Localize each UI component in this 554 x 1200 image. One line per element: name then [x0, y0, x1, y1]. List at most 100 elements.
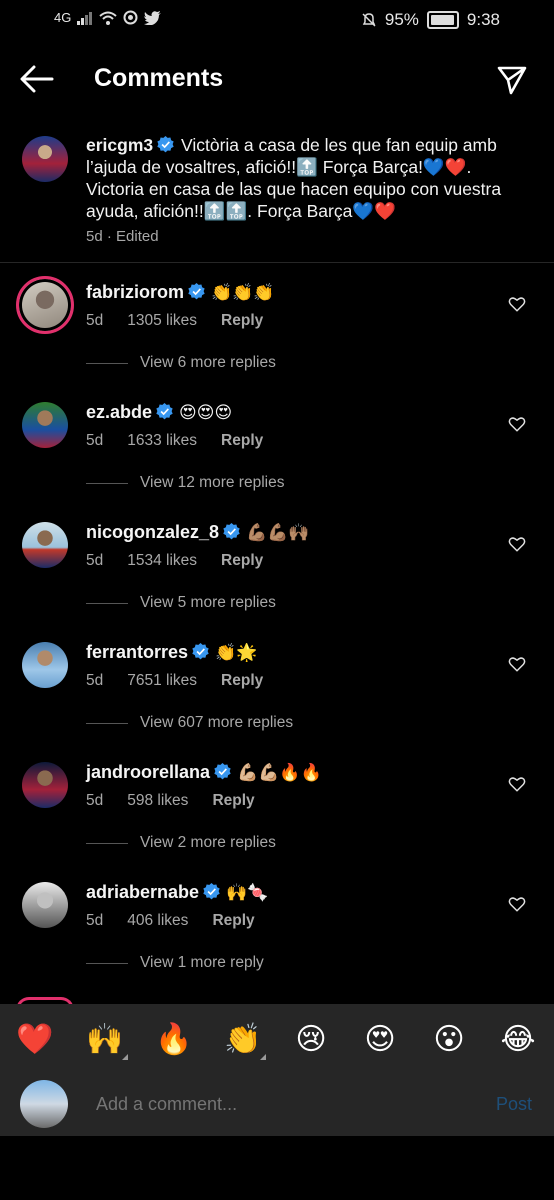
- signal-icon: [77, 11, 93, 25]
- clap-emoji-button[interactable]: 👏: [224, 1022, 266, 1060]
- reply-button[interactable]: Reply: [221, 312, 263, 330]
- comment-body: 💪🏽💪🏽🙌🏽: [246, 523, 310, 542]
- reply-button[interactable]: Reply: [221, 672, 263, 690]
- comment-row: adriabernabe 🙌🍬 5d 406 likes Reply View 1…: [0, 872, 554, 992]
- view-replies-button[interactable]: View 2 more replies: [86, 834, 276, 852]
- heart-emoji-button[interactable]: ❤️: [16, 1022, 54, 1058]
- comment-text: ez.abde 😍😍😍: [86, 402, 232, 423]
- avatar: [20, 1080, 68, 1128]
- comment-body: 🙌🍬: [226, 883, 269, 902]
- raising-hands-emoji: 🙌: [86, 1023, 124, 1056]
- skin-tone-indicator: [260, 1054, 266, 1060]
- comment-input[interactable]: [94, 1093, 330, 1116]
- comment-time: 5d: [86, 792, 104, 809]
- comment-username[interactable]: nicogonzalez_8: [86, 522, 219, 542]
- caption-meta: 5d · Edited: [86, 228, 159, 245]
- raising-hands-emoji-button[interactable]: 🙌: [86, 1022, 128, 1060]
- comment-text: ferrantorres 👏🌟: [86, 642, 257, 663]
- heart-emoji: ❤️: [16, 1023, 54, 1056]
- verified-icon: [156, 403, 173, 420]
- reply-button[interactable]: Reply: [221, 432, 263, 450]
- reply-button[interactable]: Reply: [212, 912, 254, 930]
- comment-body: 👏👏👏: [211, 283, 275, 302]
- verified-icon: [203, 883, 220, 900]
- battery-percent: 95%: [384, 10, 419, 29]
- comment-username[interactable]: jandroorellana: [86, 762, 210, 782]
- avatar[interactable]: [22, 882, 68, 928]
- verified-icon: [214, 763, 231, 780]
- battery-icon: [426, 11, 459, 29]
- comment-row: jandroorellana 💪🏼💪🏼🔥🔥 5d 598 likes Reply …: [0, 752, 554, 872]
- avatar[interactable]: [22, 136, 68, 182]
- back-arrow-icon[interactable]: [20, 64, 54, 94]
- avatar[interactable]: [22, 402, 68, 448]
- comment-username[interactable]: adriabernabe: [86, 882, 199, 902]
- view-replies-label: View 607 more replies: [140, 714, 294, 731]
- heart-icon[interactable]: [508, 295, 526, 313]
- comment-text: nicogonzalez_8 💪🏽💪🏽🙌🏽: [86, 522, 310, 543]
- status-bar: 4G 95% 9:38: [0, 0, 554, 44]
- comment-username[interactable]: ferrantorres: [86, 642, 188, 662]
- post-caption: ericgm3 Victòria a casa de les que fan e…: [0, 130, 554, 263]
- crying-emoji-button[interactable]: 😢: [293, 1022, 329, 1058]
- surprised-emoji-button[interactable]: 😮: [431, 1022, 467, 1058]
- comment-likes[interactable]: 406 likes: [127, 912, 188, 930]
- comment-row: nicogonzalez_8 💪🏽💪🏽🙌🏽 5d 1534 likes Reply…: [0, 512, 554, 632]
- heart-icon[interactable]: [508, 775, 526, 793]
- avatar[interactable]: [22, 522, 68, 568]
- surprised-emoji: 😮: [433, 1023, 465, 1056]
- heart-icon[interactable]: [508, 415, 526, 433]
- comment-likes[interactable]: 1305 likes: [127, 312, 197, 330]
- avatar[interactable]: [16, 276, 74, 334]
- comment-text: jandroorellana 💪🏼💪🏼🔥🔥: [86, 762, 322, 783]
- heart-eyes-emoji: 😍: [364, 1023, 396, 1056]
- view-replies-button[interactable]: View 5 more replies: [86, 594, 276, 612]
- network-label: 4G: [54, 10, 72, 25]
- wifi-icon: [99, 11, 118, 25]
- comment-meta: 5d 406 likes Reply: [86, 912, 255, 930]
- view-replies-button[interactable]: View 12 more replies: [86, 474, 284, 492]
- comment-text: fabriziorom 👏👏👏: [86, 282, 275, 303]
- laughing-emoji-button[interactable]: 😂: [500, 1022, 536, 1058]
- heart-eyes-emoji-button[interactable]: 😍: [362, 1022, 398, 1058]
- post-button[interactable]: Post: [496, 1094, 532, 1115]
- send-icon[interactable]: [496, 64, 528, 96]
- verified-icon: [157, 136, 174, 153]
- target-icon: [123, 10, 138, 25]
- avatar[interactable]: [22, 762, 68, 808]
- comment-meta: 5d 1534 likes Reply: [86, 552, 263, 570]
- reply-button[interactable]: Reply: [212, 792, 254, 810]
- divider: [86, 842, 128, 844]
- view-replies-button[interactable]: View 6 more replies: [86, 354, 276, 372]
- comment-username[interactable]: fabriziorom: [86, 282, 184, 302]
- comment-meta: 5d 1305 likes Reply: [86, 312, 263, 330]
- quick-emoji-bar: ❤️ 🙌 🔥 👏 😢 😍 😮 😂: [0, 1004, 554, 1074]
- comment-time: 5d: [86, 552, 104, 569]
- verified-icon: [188, 283, 205, 300]
- reply-button[interactable]: Reply: [221, 552, 263, 570]
- comment-likes[interactable]: 7651 likes: [127, 672, 197, 690]
- heart-icon[interactable]: [508, 895, 526, 913]
- comment-body: 💪🏼💪🏼🔥🔥: [237, 763, 322, 782]
- comment-likes[interactable]: 1534 likes: [127, 552, 197, 570]
- comment-time: 5d: [86, 432, 104, 449]
- heart-icon[interactable]: [508, 535, 526, 553]
- fire-emoji-button[interactable]: 🔥: [155, 1022, 192, 1058]
- divider: [86, 722, 128, 724]
- view-replies-button[interactable]: View 607 more replies: [86, 714, 293, 732]
- verified-icon: [192, 643, 209, 660]
- caption-username[interactable]: ericgm3: [86, 135, 153, 155]
- heart-icon[interactable]: [508, 655, 526, 673]
- avatar[interactable]: [22, 642, 68, 688]
- comment-likes[interactable]: 1633 likes: [127, 432, 197, 450]
- mute-bell-icon: [362, 13, 376, 27]
- page-title: Comments: [94, 64, 224, 92]
- comment-body: 👏🌟: [215, 643, 258, 662]
- view-replies-label: View 5 more replies: [140, 594, 276, 611]
- comment-likes[interactable]: 598 likes: [127, 792, 188, 810]
- comment-row: ferrantorres 👏🌟 5d 7651 likes Reply View …: [0, 632, 554, 752]
- divider: [86, 602, 128, 604]
- view-replies-button[interactable]: View 1 more reply: [86, 954, 264, 972]
- header: Comments: [0, 54, 554, 106]
- comment-username[interactable]: ez.abde: [86, 402, 152, 422]
